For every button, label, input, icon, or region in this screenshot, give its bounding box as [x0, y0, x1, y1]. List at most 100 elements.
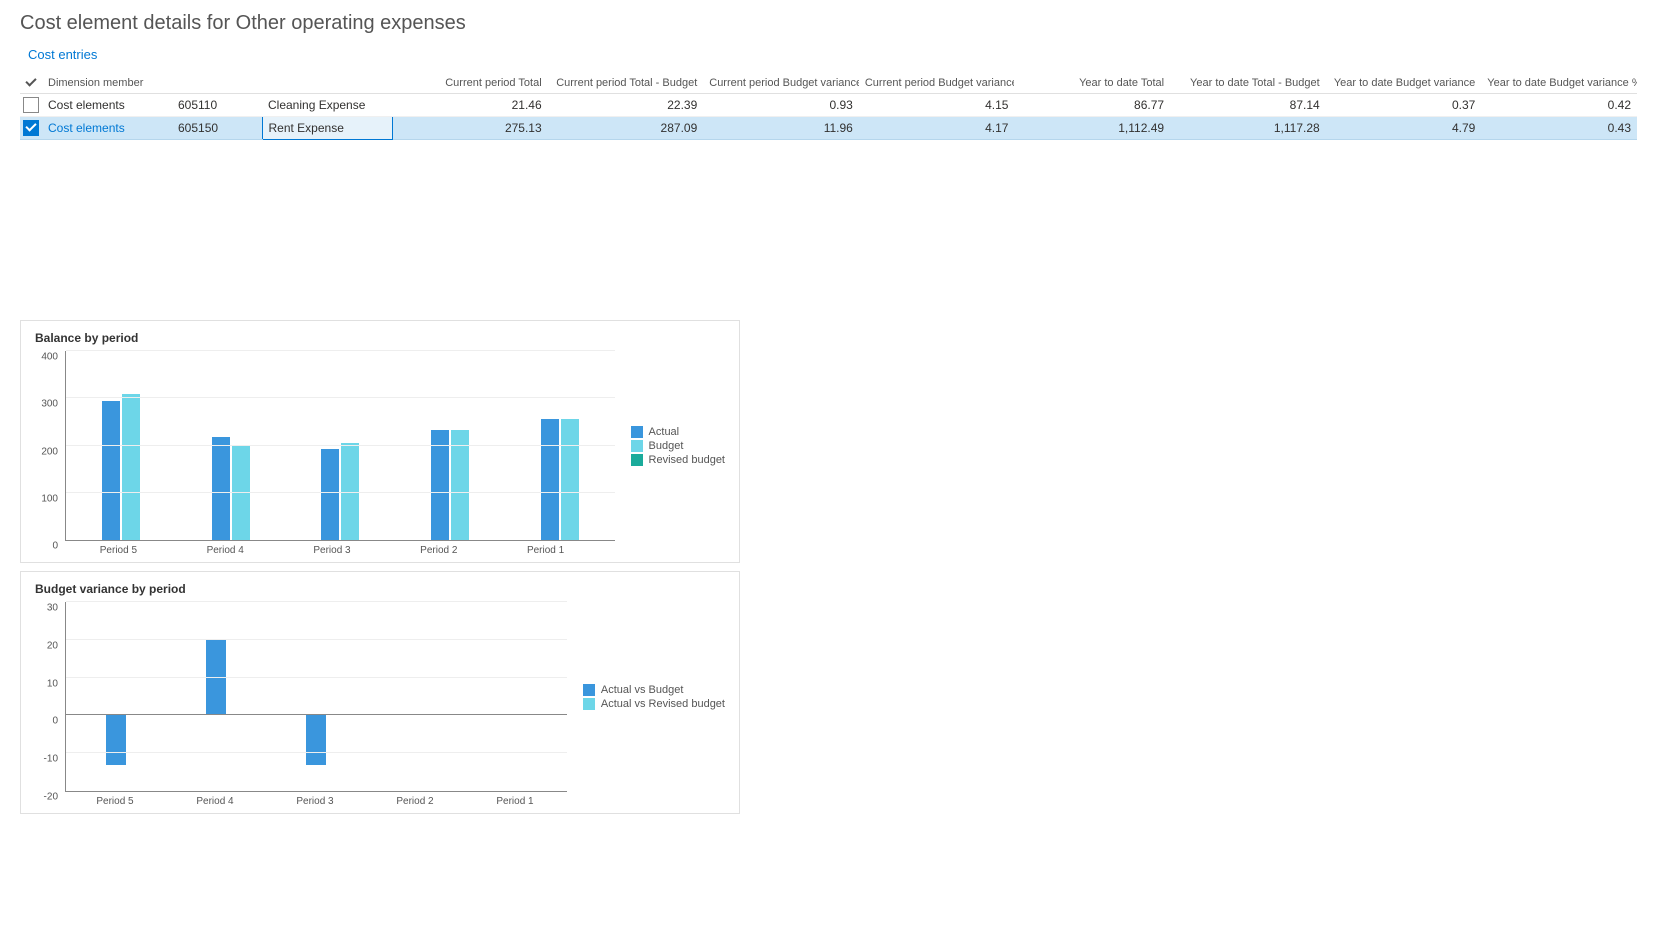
y-tick-label: 300	[41, 399, 58, 410]
name-cell[interactable]: Cleaning Expense	[262, 94, 392, 117]
name-cell[interactable]: Rent Expense	[262, 117, 392, 140]
bar	[212, 437, 230, 540]
bar-group	[166, 602, 266, 791]
legend: Actual Budget Revised budget	[631, 424, 725, 468]
legend-swatch	[631, 426, 643, 438]
row-checkbox[interactable]	[23, 120, 39, 136]
table-row[interactable]: Cost elements605150Rent Expense275.13287…	[20, 117, 1637, 140]
ytd-budget-variance-cell[interactable]: 4.79	[1326, 117, 1482, 140]
col-current-budget-variance[interactable]: Current period Budget variance	[703, 72, 859, 94]
legend-swatch	[583, 684, 595, 696]
bar	[541, 419, 559, 540]
code-cell[interactable]: 605110	[172, 94, 262, 117]
current-budget-variance-pct-cell[interactable]: 4.17	[859, 117, 1015, 140]
row-checkbox-cell[interactable]	[20, 94, 42, 117]
legend-label: Revised budget	[649, 454, 725, 466]
plot-area: 0100200300400	[65, 351, 615, 541]
table-row[interactable]: Cost elements605110Cleaning Expense21.46…	[20, 94, 1637, 117]
x-tick-label: Period 5	[65, 541, 172, 556]
x-tick-label: Period 1	[492, 541, 599, 556]
legend-label: Actual vs Revised budget	[601, 698, 725, 710]
cost-entries-link[interactable]: Cost entries	[20, 47, 97, 62]
legend-label: Actual	[649, 426, 680, 438]
x-tick-label: Period 4	[172, 541, 279, 556]
bar	[122, 394, 140, 540]
grid-header-row: Dimension member Current period Total Cu…	[20, 72, 1637, 94]
ytd-total-budget-cell[interactable]: 1,117.28	[1170, 117, 1326, 140]
y-tick-label: 100	[41, 493, 58, 504]
current-total-budget-cell[interactable]: 22.39	[548, 94, 704, 117]
col-ytd-budget-variance-pct[interactable]: Year to date Budget variance %	[1481, 72, 1637, 94]
legend-swatch	[583, 698, 595, 710]
row-checkbox[interactable]	[23, 97, 39, 113]
select-all-header[interactable]	[20, 72, 42, 94]
current-budget-variance-cell[interactable]: 11.96	[703, 117, 859, 140]
row-checkbox-cell[interactable]	[20, 117, 42, 140]
col-current-budget-variance-pct[interactable]: Current period Budget variance %	[859, 72, 1015, 94]
legend-item: Actual	[631, 426, 725, 438]
col-ytd-total[interactable]: Year to date Total	[1014, 72, 1170, 94]
x-tick-label: Period 5	[65, 792, 165, 807]
bar	[102, 401, 120, 540]
bar-group	[467, 602, 567, 791]
col-dimension-member[interactable]: Dimension member	[42, 72, 392, 94]
legend-label: Actual vs Budget	[601, 684, 684, 696]
page-title: Cost element details for Other operating…	[20, 12, 1637, 35]
legend-item: Actual vs Revised budget	[583, 698, 725, 710]
x-tick-label: Period 2	[365, 792, 465, 807]
x-tick-label: Period 1	[465, 792, 565, 807]
bar	[306, 715, 326, 764]
col-current-total[interactable]: Current period Total	[392, 72, 548, 94]
ytd-budget-variance-cell[interactable]: 0.37	[1326, 94, 1482, 117]
col-current-total-budget[interactable]: Current period Total - Budget	[548, 72, 704, 94]
bar	[321, 449, 339, 540]
bar-group	[505, 351, 615, 540]
ytd-total-cell[interactable]: 1,112.49	[1014, 117, 1170, 140]
col-ytd-total-budget[interactable]: Year to date Total - Budget	[1170, 72, 1326, 94]
code-cell[interactable]: 605150	[172, 117, 262, 140]
y-tick-label: 200	[41, 446, 58, 457]
y-tick-label: -10	[44, 754, 58, 765]
legend-swatch	[631, 454, 643, 466]
ytd-budget-variance-pct-cell[interactable]: 0.43	[1481, 117, 1637, 140]
balance-by-period-chart: Balance by period 0100200300400 ActualBu…	[20, 320, 740, 563]
y-tick-label: 20	[47, 640, 58, 651]
col-ytd-budget-variance[interactable]: Year to date Budget variance	[1326, 72, 1482, 94]
current-budget-variance-cell[interactable]: 0.93	[703, 94, 859, 117]
cost-elements-grid: Dimension member Current period Total Cu…	[20, 72, 1637, 140]
current-budget-variance-pct-cell[interactable]: 4.15	[859, 94, 1015, 117]
dimension-cell[interactable]: Cost elements	[42, 117, 172, 140]
bar-group	[66, 351, 176, 540]
x-tick-label: Period 3	[279, 541, 386, 556]
legend: Actual vs Budget Actual vs Revised budget	[583, 682, 725, 712]
bar-group	[66, 602, 166, 791]
dimension-cell[interactable]: Cost elements	[42, 94, 172, 117]
budget-variance-by-period-chart: Budget variance by period -20-100102030 …	[20, 571, 740, 814]
y-tick-label: 0	[52, 716, 58, 727]
y-tick-label: -20	[44, 792, 58, 803]
bar-group	[367, 602, 467, 791]
bar	[206, 640, 226, 716]
ytd-budget-variance-pct-cell[interactable]: 0.42	[1481, 94, 1637, 117]
bar-group	[266, 602, 366, 791]
chart-title: Budget variance by period	[35, 582, 725, 596]
legend-swatch	[631, 440, 643, 452]
x-tick-label: Period 3	[265, 792, 365, 807]
y-tick-label: 400	[41, 352, 58, 363]
bar	[232, 446, 250, 540]
bar-group	[395, 351, 505, 540]
x-tick-label: Period 4	[165, 792, 265, 807]
current-total-cell[interactable]: 21.46	[392, 94, 548, 117]
current-total-budget-cell[interactable]: 287.09	[548, 117, 704, 140]
plot-area: -20-100102030	[65, 602, 567, 792]
chart-title: Balance by period	[35, 331, 725, 345]
y-tick-label: 30	[47, 603, 58, 614]
bar	[106, 715, 126, 764]
bar	[431, 430, 449, 540]
y-tick-label: 0	[52, 541, 58, 552]
ytd-total-budget-cell[interactable]: 87.14	[1170, 94, 1326, 117]
current-total-cell[interactable]: 275.13	[392, 117, 548, 140]
legend-label: Budget	[649, 440, 684, 452]
legend-item: Budget	[631, 440, 725, 452]
ytd-total-cell[interactable]: 86.77	[1014, 94, 1170, 117]
